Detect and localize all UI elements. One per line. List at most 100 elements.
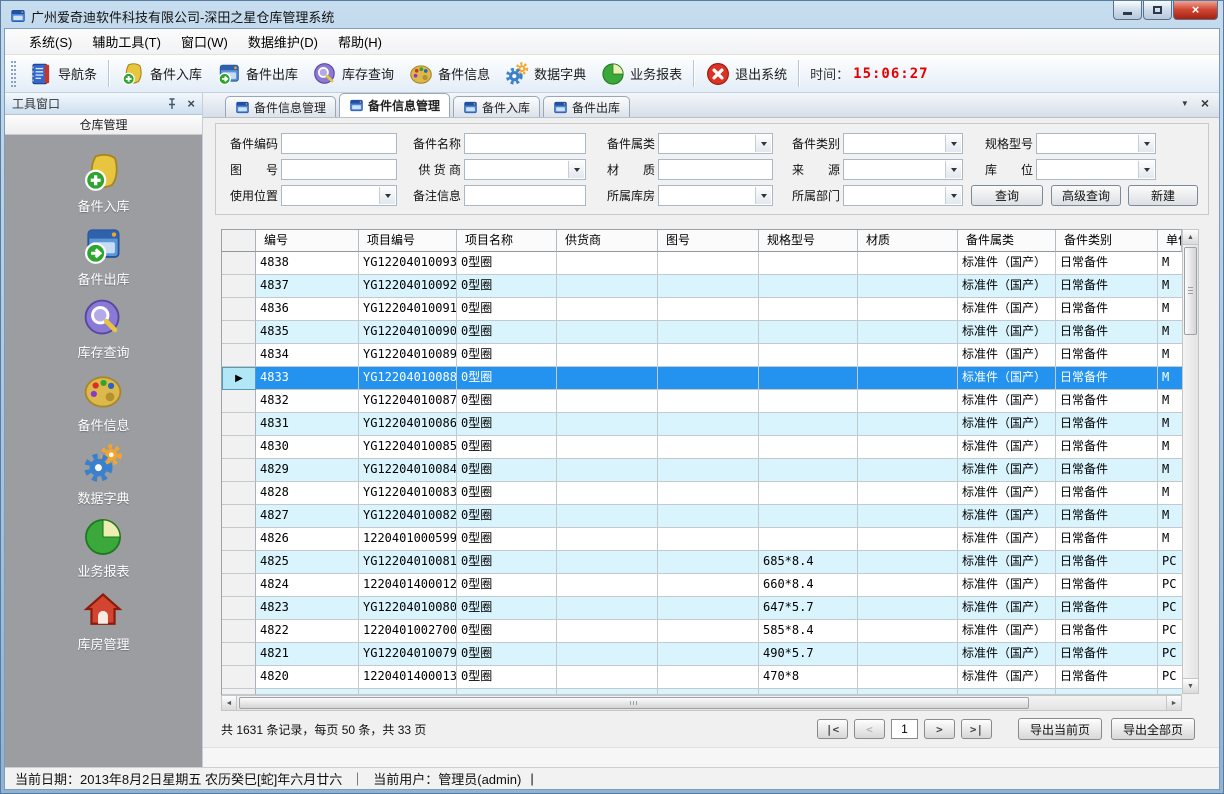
toolbar-button-business-report[interactable]: 业务报表 — [593, 59, 689, 89]
toolbar-button-parts-inbound[interactable]: 备件入库 — [113, 59, 209, 89]
row-selector-cell[interactable] — [222, 551, 256, 574]
table-row[interactable]: 4825YG122040100810型圈685*8.4标准件（国产）日常备件PC — [222, 551, 1182, 574]
row-selector-cell[interactable] — [222, 413, 256, 436]
table-row[interactable]: 482412204014000120型圈660*8.4标准件（国产）日常备件PC — [222, 574, 1182, 597]
col-header-supplier[interactable]: 供货商 — [557, 230, 658, 252]
first-page-button[interactable]: |< — [817, 719, 848, 739]
row-selector-cell[interactable] — [222, 574, 256, 597]
scroll-up-icon[interactable]: ▲ — [1183, 230, 1198, 245]
menu-item-3[interactable]: 数据维护(D) — [238, 28, 328, 55]
col-header-id[interactable]: 编号 — [256, 230, 359, 252]
table-row[interactable]: 482212204010027000型圈585*8.4标准件（国产）日常备件PC — [222, 620, 1182, 643]
location-select[interactable] — [1036, 159, 1156, 180]
horizontal-scrollbar[interactable]: ◄ ► — [221, 695, 1182, 711]
new-button[interactable]: 新建 — [1128, 185, 1198, 206]
vertical-scrollbar[interactable]: ▲ ▼ — [1182, 229, 1199, 694]
col-header-spec[interactable]: 规格型号 — [759, 230, 858, 252]
table-row[interactable]: 4831YG122040100860型圈标准件（国产）日常备件M — [222, 413, 1182, 436]
row-selector-cell[interactable] — [222, 298, 256, 321]
vertical-scroll-thumb[interactable] — [1184, 247, 1197, 335]
sidebar-item-warehouse-manage[interactable]: 库房管理 — [77, 588, 129, 653]
table-row[interactable]: 482612204010005990型圈标准件（国产）日常备件M — [222, 528, 1182, 551]
query-button[interactable]: 查询 — [971, 185, 1043, 206]
tab-0[interactable]: 备件信息管理 — [225, 96, 336, 117]
col-header-material[interactable]: 材质 — [858, 230, 958, 252]
row-selector-cell[interactable] — [222, 666, 256, 689]
table-row[interactable]: 4834YG122040100890型圈标准件（国产）日常备件M — [222, 344, 1182, 367]
material-input[interactable] — [658, 159, 773, 180]
row-selector-cell[interactable] — [222, 344, 256, 367]
menu-item-4[interactable]: 帮助(H) — [328, 28, 392, 55]
table-row[interactable]: 4837YG122040100920型圈标准件（国产）日常备件M — [222, 275, 1182, 298]
col-header-unit[interactable]: 单位 — [1158, 230, 1182, 252]
table-row[interactable]: 4829YG122040100840型圈标准件（国产）日常备件M — [222, 459, 1182, 482]
remark-input[interactable] — [464, 185, 586, 206]
menu-item-1[interactable]: 辅助工具(T) — [82, 28, 171, 55]
row-selector-cell[interactable] — [222, 643, 256, 666]
scroll-left-icon[interactable]: ◄ — [222, 696, 237, 710]
horizontal-scroll-thumb[interactable] — [239, 697, 1029, 709]
table-row[interactable]: 4823YG122040100800型圈647*5.7标准件（国产）日常备件PC — [222, 597, 1182, 620]
part-name-input[interactable] — [464, 133, 586, 154]
spec-model-select[interactable] — [1036, 133, 1156, 154]
col-header-drawing-no[interactable]: 图号 — [658, 230, 759, 252]
part-type-select[interactable] — [843, 133, 963, 154]
menu-item-2[interactable]: 窗口(W) — [171, 28, 238, 55]
menu-item-0[interactable]: 系统(S) — [19, 28, 82, 55]
scroll-right-icon[interactable]: ► — [1166, 696, 1181, 710]
row-selector-cell[interactable] — [222, 620, 256, 643]
toolbar-button-stock-query[interactable]: 库存查询 — [305, 59, 401, 89]
table-row[interactable]: 4827YG122040100820型圈标准件（国产）日常备件M — [222, 505, 1182, 528]
row-selector-cell[interactable] — [222, 275, 256, 298]
last-page-button[interactable]: >| — [961, 719, 992, 739]
toolbar-button-navigator[interactable]: 导航条 — [21, 59, 104, 89]
table-row[interactable]: 4836YG122040100910型圈标准件（国产）日常备件M — [222, 298, 1182, 321]
scroll-down-icon[interactable]: ▼ — [1183, 678, 1198, 693]
sidebar-item-business-report[interactable]: 业务报表 — [77, 515, 129, 580]
supplier-select[interactable] — [464, 159, 586, 180]
col-header-item-name[interactable]: 项目名称 — [457, 230, 557, 252]
tab-list-dropdown-icon[interactable]: ▼ — [1181, 99, 1189, 108]
part-category-select[interactable] — [658, 133, 773, 154]
export-current-page-button[interactable]: 导出当前页 — [1018, 718, 1102, 740]
drawing-no-input[interactable] — [281, 159, 397, 180]
table-row[interactable]: 4832YG122040100870型圈标准件（国产）日常备件M — [222, 390, 1182, 413]
toolbar-grip[interactable] — [11, 61, 16, 87]
maximize-button[interactable] — [1143, 1, 1172, 20]
table-row[interactable]: 482012204014000130型圈470*8标准件（国产）日常备件PC — [222, 666, 1182, 689]
col-header-type[interactable]: 备件类别 — [1056, 230, 1158, 252]
export-all-pages-button[interactable]: 导出全部页 — [1111, 718, 1195, 740]
sidebar-close-icon[interactable]: × — [187, 98, 195, 110]
row-selector-cell[interactable] — [222, 436, 256, 459]
warehouse-select[interactable] — [658, 185, 773, 206]
minimize-button[interactable] — [1113, 1, 1142, 20]
department-select[interactable] — [843, 185, 963, 206]
row-selector-cell[interactable]: ▶ — [222, 367, 256, 390]
pin-icon[interactable] — [165, 97, 179, 111]
row-selector-cell[interactable] — [222, 321, 256, 344]
close-button[interactable]: × — [1173, 1, 1218, 20]
sidebar-item-data-dict[interactable]: 数据字典 — [77, 442, 129, 507]
col-header-item-code[interactable]: 项目编号 — [359, 230, 457, 252]
advanced-query-button[interactable]: 高级查询 — [1051, 185, 1121, 206]
part-code-input[interactable] — [281, 133, 397, 154]
table-row[interactable]: 4838YG122040100930型圈标准件（国产）日常备件M — [222, 252, 1182, 275]
table-row[interactable]: 4835YG122040100900型圈标准件（国产）日常备件M — [222, 321, 1182, 344]
table-row[interactable]: 4830YG122040100850型圈标准件（国产）日常备件M — [222, 436, 1182, 459]
sidebar-item-parts-inbound[interactable]: 备件入库 — [77, 150, 129, 215]
row-selector-cell[interactable] — [222, 482, 256, 505]
toolbar-button-parts-outbound[interactable]: 备件出库 — [209, 59, 305, 89]
sidebar-item-parts-outbound[interactable]: 备件出库 — [77, 223, 129, 288]
tab-close-icon[interactable]: × — [1201, 98, 1209, 108]
table-row[interactable]: 4821YG122040100790型圈490*5.7标准件（国产）日常备件PC — [222, 643, 1182, 666]
prev-page-button[interactable]: < — [854, 719, 885, 739]
tab-1[interactable]: 备件信息管理 — [339, 93, 450, 117]
next-page-button[interactable]: > — [924, 719, 955, 739]
col-header-category[interactable]: 备件属类 — [958, 230, 1056, 252]
tab-2[interactable]: 备件入库 — [453, 96, 540, 117]
sidebar-item-parts-info[interactable]: 备件信息 — [77, 369, 129, 434]
source-select[interactable] — [843, 159, 963, 180]
tab-3[interactable]: 备件出库 — [543, 96, 630, 117]
use-position-select[interactable] — [281, 185, 397, 206]
row-selector-cell[interactable] — [222, 505, 256, 528]
